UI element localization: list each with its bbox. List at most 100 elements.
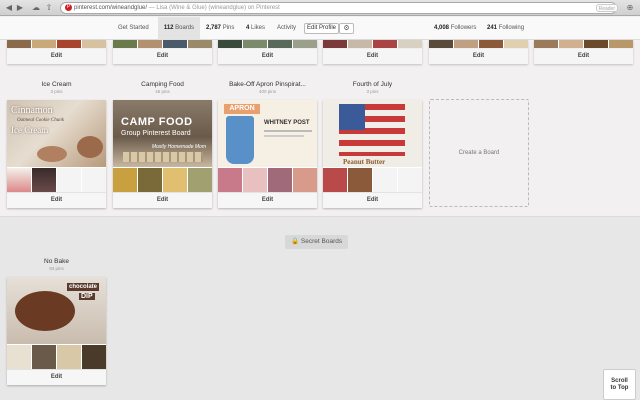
board-card-partial: Edit <box>113 40 212 64</box>
create-board-button[interactable]: Create a Board <box>429 99 529 207</box>
board-thumbnails[interactable] <box>7 344 106 369</box>
pins-label: Pins <box>222 25 235 31</box>
profile-nav-bar: Get Started 112 Boards 2,787 Pins 4 Like… <box>0 17 640 40</box>
board-thumbnails[interactable] <box>429 40 528 48</box>
board-card-camping-food: Camping Food 46 pins CAMP FOOD Group Pin… <box>113 81 212 208</box>
board-pin-count: 400 pins <box>258 89 276 94</box>
boards-label: Boards <box>175 25 195 31</box>
following-label: Following <box>498 25 525 31</box>
board-card-partial: Edit <box>218 40 317 64</box>
cover-ice-cream-scoop <box>77 136 103 158</box>
edit-board-button[interactable]: Edit <box>218 48 317 64</box>
url-path: /wineandglue/ <box>110 5 148 11</box>
edit-board-button[interactable]: Edit <box>323 192 422 208</box>
edit-board-button[interactable]: Edit <box>323 48 422 64</box>
browser-toolbar: ◀ ▶ ☁ ⇧ Ppinterest.com/wineandglue/ — Li… <box>0 0 640 16</box>
scroll-to-top-button[interactable]: Scroll to Top <box>603 369 636 400</box>
boards-count: 112 <box>163 25 174 31</box>
reader-button[interactable]: Reader <box>595 4 618 12</box>
scroll-to-top-line2: to Top <box>610 385 629 391</box>
board-cover-image[interactable]: APRON WHITNEY POST <box>218 100 317 167</box>
tab-pins[interactable]: 2,787 Pins <box>206 17 234 40</box>
cover-text-line3: Ice Cream <box>11 125 49 135</box>
board-thumbnails[interactable] <box>113 167 212 192</box>
following-count: 241 <box>487 25 498 31</box>
board-thumbnails[interactable] <box>218 40 317 48</box>
cover-text-rule <box>264 135 304 137</box>
cover-text-line1: Cinnamon <box>11 105 53 116</box>
following-link[interactable]: 241 Following <box>487 17 524 40</box>
board-thumbnails[interactable] <box>113 40 212 48</box>
edit-board-button[interactable]: Edit <box>534 48 633 64</box>
cover-chocolate-dip <box>15 291 75 331</box>
followers-link[interactable]: 4,008 Followers <box>434 17 476 40</box>
cover-text-line1: APRON <box>224 104 260 114</box>
board-card-bake-off-apron: Bake-Off Apron Pinspirat... 400 pins APR… <box>218 81 317 208</box>
downloads-icon[interactable]: ⊕ <box>624 3 636 13</box>
board-card-no-bake: No Bake 93 pins chocolate DIP Edit <box>7 258 106 385</box>
share-icon[interactable]: ⇧ <box>44 3 54 13</box>
pins-count: 2,787 <box>206 25 222 31</box>
board-card-ice-cream: Ice Cream 3 pins Cinnamon Oatmeal Cookie… <box>7 81 106 208</box>
address-bar[interactable]: Ppinterest.com/wineandglue/ — Lisa (Wine… <box>60 2 617 14</box>
url-separator: — <box>147 5 157 11</box>
edit-board-button[interactable]: Edit <box>429 48 528 64</box>
cover-apron <box>226 116 254 164</box>
board-pin-count: 3 pins <box>366 89 379 94</box>
edit-board-button[interactable]: Edit <box>113 48 212 64</box>
lock-icon: 🔒 <box>291 238 300 245</box>
back-arrow-icon[interactable]: ◀ <box>4 3 14 13</box>
board-title[interactable]: Fourth of July <box>323 81 422 89</box>
likes-count: 4 <box>246 25 250 31</box>
board-cover-image[interactable]: chocolate DIP <box>7 277 106 344</box>
board-cover-image[interactable]: Cinnamon Oatmeal Cookie Chunk Ice Cream <box>7 100 106 167</box>
secret-boards-label: Secret Boards <box>300 238 343 245</box>
board-pin-count: 93 pins <box>49 266 64 271</box>
edit-board-button[interactable]: Edit <box>7 369 106 385</box>
edit-board-button[interactable]: Edit <box>218 192 317 208</box>
board-thumbnails[interactable] <box>534 40 633 48</box>
tab-activity[interactable]: Activity <box>277 17 296 40</box>
icloud-tabs-icon[interactable]: ☁ <box>30 3 42 13</box>
board-card: chocolate DIP Edit <box>7 277 106 385</box>
cover-text-line1: chocolate <box>67 283 100 291</box>
cover-text-line2: Group Pinterest Board <box>121 130 191 137</box>
board-thumbnails[interactable] <box>218 167 317 192</box>
board-cover-image[interactable]: CAMP FOOD Group Pinterest Board Mostly H… <box>113 100 212 167</box>
cover-text-rule <box>264 130 312 132</box>
cover-text-line1: Peanut Butter <box>343 158 386 166</box>
board-cover-image[interactable]: Peanut Butter <box>323 100 422 167</box>
edit-board-button[interactable]: Edit <box>7 192 106 208</box>
board-pin-count: 3 pins <box>50 89 63 94</box>
board-title[interactable]: Camping Food <box>113 81 212 89</box>
board-card-partial: Edit <box>323 40 422 64</box>
get-started-link[interactable]: Get Started <box>118 17 149 40</box>
cover-ice-cream-bowl <box>37 146 67 162</box>
tab-boards[interactable]: 112 Boards <box>158 17 200 40</box>
cover-text-line2: DIP <box>79 293 95 300</box>
settings-gear-icon[interactable]: ⚙ <box>339 23 354 34</box>
board-card-partial: Edit <box>429 40 528 64</box>
edit-board-button[interactable]: Edit <box>7 48 106 64</box>
pinterest-favicon-icon: P <box>65 3 72 11</box>
board-card: Cinnamon Oatmeal Cookie Chunk Ice Cream … <box>7 100 106 208</box>
forward-arrow-icon[interactable]: ▶ <box>15 3 25 13</box>
board-card: Peanut Butter Edit <box>323 100 422 208</box>
url-host: pinterest.com <box>74 5 111 11</box>
cover-text-line1: CAMP FOOD <box>121 116 193 128</box>
board-thumbnails[interactable] <box>323 40 422 48</box>
tab-likes[interactable]: 4 Likes <box>246 17 265 40</box>
board-title[interactable]: Ice Cream <box>7 81 106 89</box>
board-title[interactable]: Bake-Off Apron Pinspirat... <box>218 81 317 89</box>
board-card-fourth-of-july: Fourth of July 3 pins Peanut Butter Edit <box>323 81 422 208</box>
board-thumbnails[interactable] <box>7 40 106 48</box>
edit-board-button[interactable]: Edit <box>113 192 212 208</box>
board-thumbnails[interactable] <box>323 167 422 192</box>
followers-count: 4,008 <box>434 25 450 31</box>
board-pin-count: 46 pins <box>155 89 170 94</box>
board-title[interactable]: No Bake <box>7 258 106 266</box>
edit-profile-button[interactable]: Edit Profile <box>304 23 340 34</box>
board-thumbnails[interactable] <box>7 167 106 192</box>
board-card-partial: Edit <box>534 40 633 64</box>
page-title: Lisa (Wine & Glue) (wineandglue) on Pint… <box>156 5 280 11</box>
